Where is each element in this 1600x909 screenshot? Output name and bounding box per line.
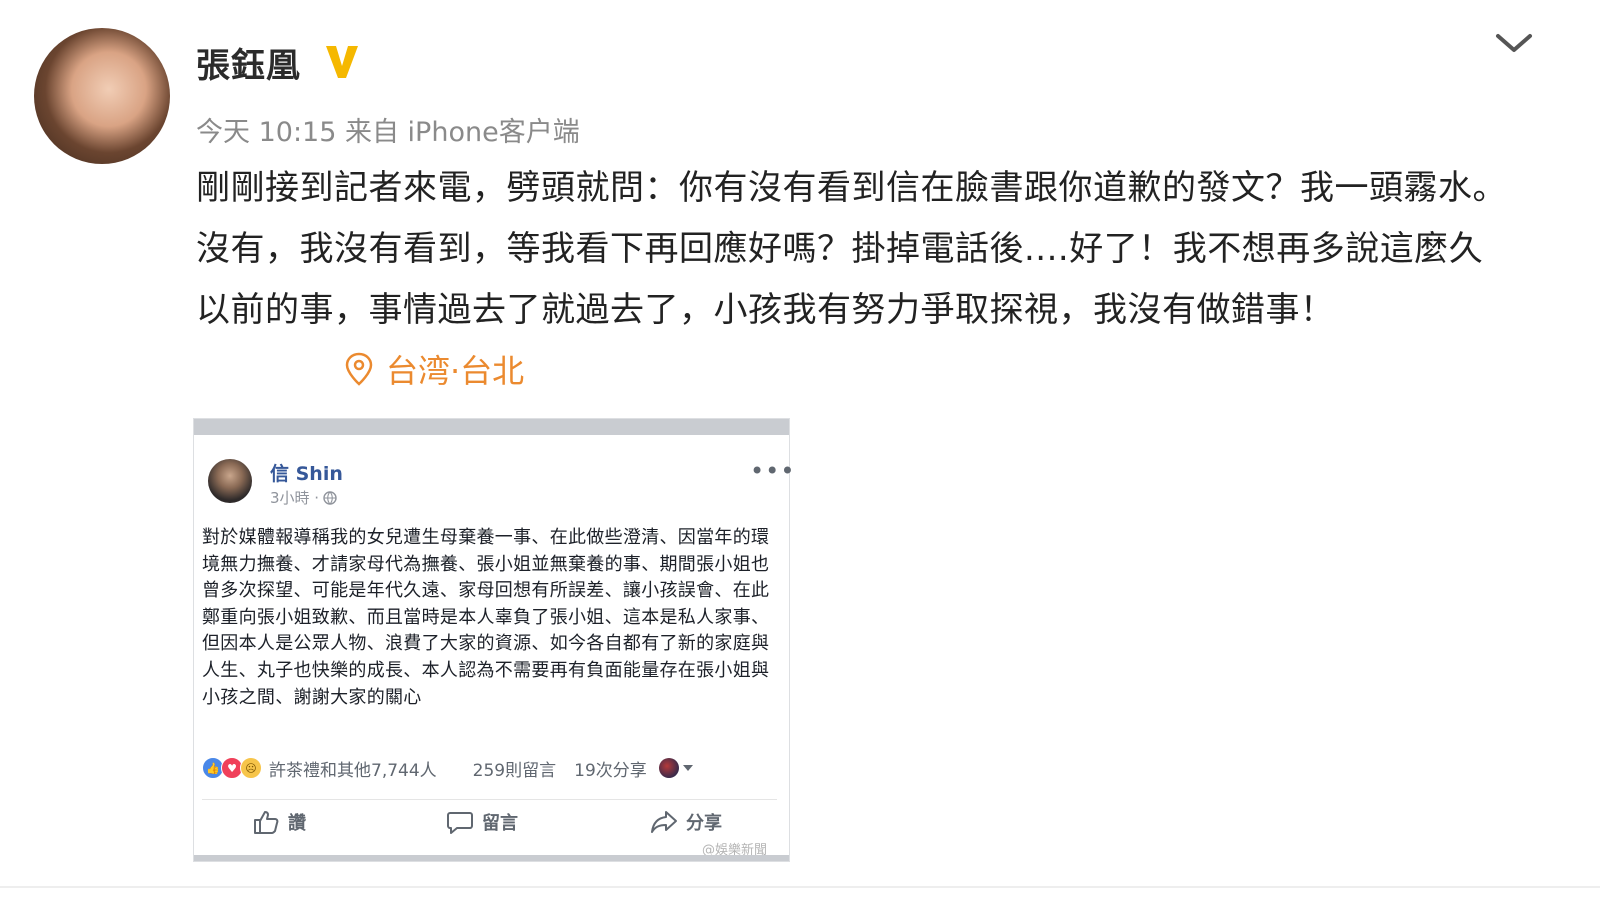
fb-like-button: 讚 [252,809,306,835]
fb-divider [202,799,777,800]
caret-down-icon [682,765,693,771]
fb-action-bar: 讚 留言 分享 [194,809,789,843]
fb-comment-button: 留言 [446,809,518,835]
fb-comment-label: 留言 [482,813,518,834]
author-avatar[interactable] [34,28,170,164]
post-text: 剛剛接到記者來電，劈頭就問：你有沒有看到信在臉書跟你道歉的發文？我一頭霧水。沒有… [196,168,1507,330]
card-top-bar [194,419,789,435]
chevron-down-icon[interactable] [1494,28,1534,58]
bottom-divider [0,886,1600,888]
fb-comments-count: 259則留言 [472,760,557,781]
fb-stats-row: 👍 ♥ ☹ 許茶禮和其他7,744人 259則留言 19次分享 [202,755,777,781]
sad-reaction-icon: ☹ [240,757,262,779]
fb-like-label: 讚 [288,813,306,834]
card-bottom-bar [194,855,789,861]
fb-author-name: 信 Shin [270,463,343,485]
fb-shares-count: 19次分享 [574,760,647,781]
globe-icon [323,490,337,505]
fb-share-label: 分享 [686,813,722,834]
location-pin-icon [345,352,373,386]
fb-post-body: 對於媒體報導稱我的女兒遭生母棄養一事、在此做些澄清、因當年的環境無力撫養、才請家… [202,527,770,708]
thumbs-up-icon [254,811,279,834]
fb-reactions: 👍 ♥ ☹ [202,757,262,779]
fb-more-options-icon: ••• [750,457,796,485]
fb-time-label: 3小時 · [270,489,320,507]
fb-post-time: 3小時 · [270,487,337,508]
fb-share-button: 分享 [650,809,722,835]
fb-viewer-avatar [658,758,679,778]
share-arrow-icon [651,811,677,833]
facebook-screenshot-card[interactable]: 信 Shin 3小時 · ••• 對於媒體報導稱我的女兒遭生母棄養一事、在此做些… [193,418,794,862]
post-meta: 今天 10:15 来自 iPhone客户端 [196,117,580,148]
comment-bubble-icon [447,812,473,834]
author-name[interactable]: 張鈺凰 [196,38,301,87]
fb-author-avatar [208,459,252,503]
verified-badge-icon [326,46,358,78]
fb-likes-count: 許茶禮和其他7,744人 [269,760,437,781]
location-label: 台湾·台北 [386,352,525,390]
location-link[interactable]: 台湾·台北 [344,346,524,392]
